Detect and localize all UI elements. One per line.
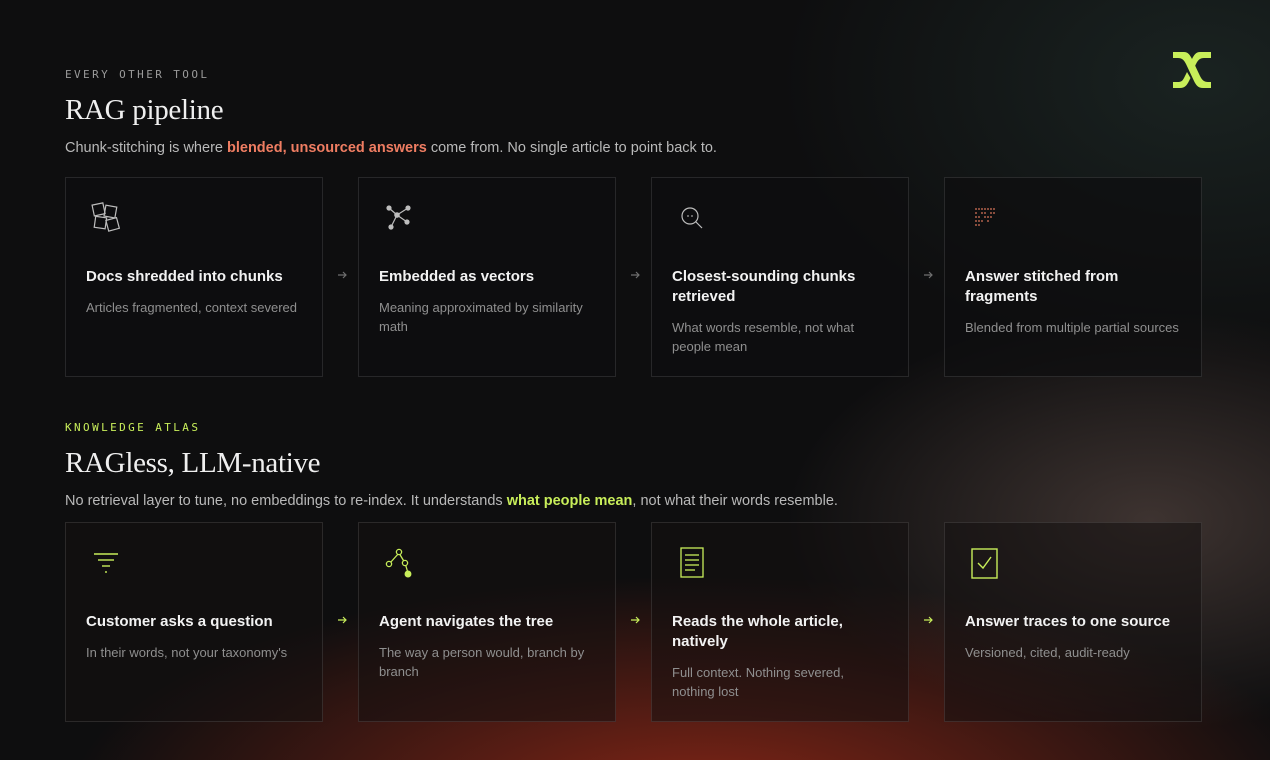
section-description: Chunk-stitching is where blended, unsour…: [65, 138, 1205, 158]
vector-nodes-icon: [386, 205, 411, 230]
step-card: Agent navigates the tree The way a perso…: [358, 522, 616, 722]
magnifier-icon: [681, 207, 703, 229]
arrow-right-icon: [629, 269, 641, 281]
step-subtitle: Meaning approximated by similarity math: [379, 300, 583, 334]
step-subtitle: Articles fragmented, context severed: [86, 300, 297, 315]
desc-text: Chunk-stitching is where: [65, 140, 227, 156]
arrow-right-icon: [922, 269, 934, 281]
desc-text: , not what their words resemble.: [632, 493, 838, 509]
step-subtitle: Blended from multiple partial sources: [965, 320, 1179, 335]
desc-text: come from. No single article to point ba…: [426, 140, 717, 156]
step-title: Docs shredded into chunks: [86, 268, 283, 285]
section-title: RAGless, LLM-native: [65, 447, 321, 479]
step-subtitle: Versioned, cited, audit-ready: [965, 645, 1130, 660]
step-card: Answer stitched from fragments Blended f…: [944, 177, 1202, 377]
step-title: Answer stitched from fragments: [965, 268, 1119, 305]
step-title: Reads the whole article, natively: [672, 613, 843, 650]
document-icon: [680, 547, 704, 578]
arrow-right-icon: [336, 269, 348, 281]
step-title: Embedded as vectors: [379, 268, 535, 285]
step-title: Agent navigates the tree: [379, 613, 554, 630]
shredded-squares-icon: [91, 202, 121, 232]
step-title: Customer asks a question: [86, 613, 273, 630]
arrow-right-icon: [336, 614, 348, 626]
step-subtitle: In their words, not your taxonomy's: [86, 645, 288, 660]
checkbox-icon: [971, 548, 998, 579]
step-card: Docs shredded into chunks Articles fragm…: [65, 177, 323, 377]
step-card: Closest-sounding chunks retrieved What w…: [651, 177, 909, 377]
step-subtitle: What words resemble, not what people mea…: [672, 320, 855, 354]
section-eyebrow: EVERY OTHER TOOL: [65, 68, 210, 81]
step-title: Closest-sounding chunks retrieved: [672, 268, 856, 305]
dot-fragments-icon: [975, 208, 995, 226]
section-title: RAG pipeline: [65, 94, 224, 126]
desc-text: No retrieval layer to tune, no embedding…: [65, 493, 507, 509]
desc-highlight: blended, unsourced answers: [227, 140, 427, 156]
section-description: No retrieval layer to tune, no embedding…: [65, 491, 1205, 511]
arrow-right-icon: [629, 614, 641, 626]
knowledge-atlas-section: KNOWLEDGE ATLAS RAGless, LLM-native No r…: [65, 421, 1205, 722]
step-subtitle: Full context. Nothing severed, nothing l…: [672, 665, 844, 699]
step-card: Answer traces to one source Versioned, c…: [944, 522, 1202, 722]
tree-nodes-icon: [385, 548, 412, 578]
step-subtitle: The way a person would, branch by branch: [379, 645, 585, 679]
step-card: Customer asks a question In their words,…: [65, 522, 323, 722]
step-card: Embedded as vectors Meaning approximated…: [358, 177, 616, 377]
section-eyebrow: KNOWLEDGE ATLAS: [65, 421, 201, 434]
desc-highlight: what people mean: [506, 493, 633, 509]
atlas-steps: Customer asks a question In their words,…: [65, 522, 1205, 724]
step-card: Reads the whole article, natively Full c…: [651, 522, 909, 722]
step-title: Answer traces to one source: [965, 613, 1171, 630]
pipeline-steps: Docs shredded into chunks Articles fragm…: [65, 177, 1205, 379]
arrow-right-icon: [922, 614, 934, 626]
funnel-lines-icon: [94, 553, 118, 573]
rag-pipeline-section: EVERY OTHER TOOL RAG pipeline Chunk-stit…: [65, 68, 1205, 377]
